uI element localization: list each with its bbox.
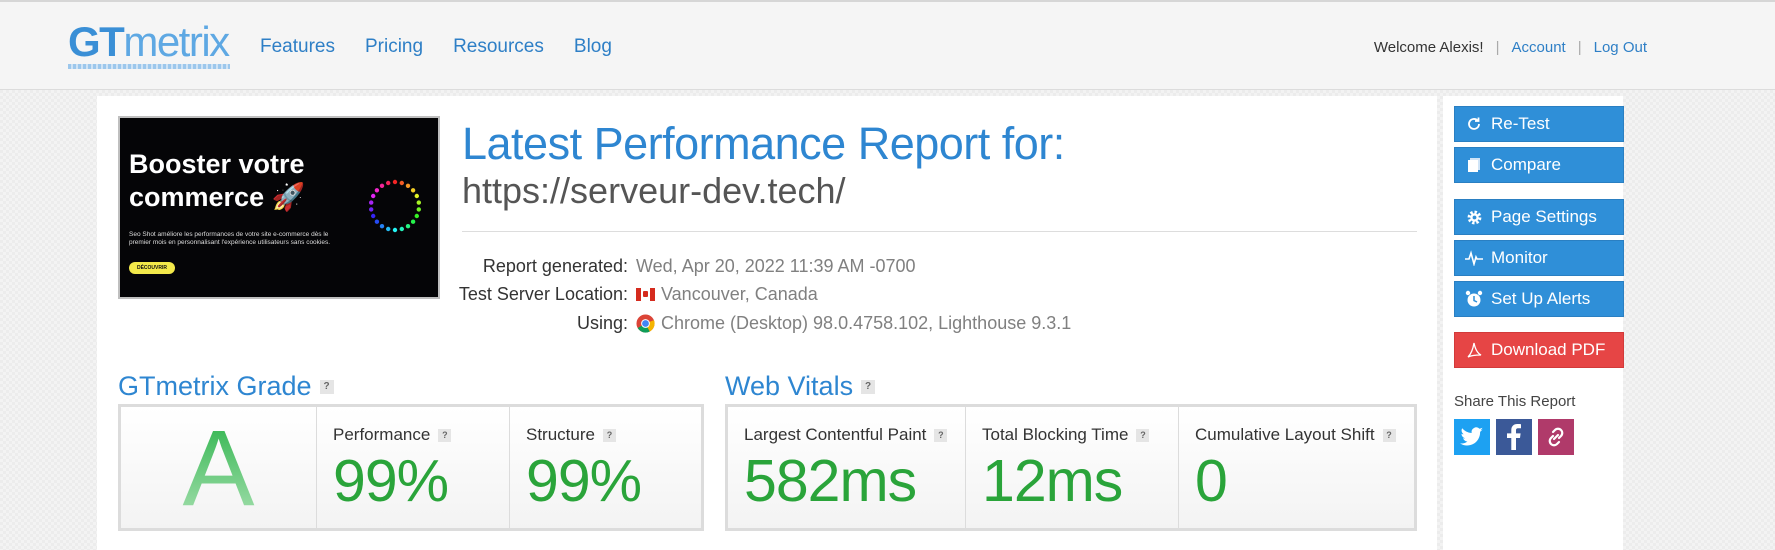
share-link-button[interactable] bbox=[1538, 419, 1574, 455]
meta-row-location: Test Server Location: Vancouver, Canada bbox=[440, 281, 1071, 310]
download-pdf-button[interactable]: Download PDF bbox=[1454, 332, 1624, 368]
twitter-icon bbox=[1460, 427, 1483, 446]
welcome-text: Welcome Alexis! bbox=[1373, 39, 1484, 56]
performance-cell: Performance ? 99% bbox=[317, 407, 510, 528]
canada-flag-icon bbox=[636, 288, 655, 302]
structure-help-icon[interactable]: ? bbox=[602, 428, 616, 442]
share-label: Share This Report bbox=[1454, 393, 1576, 410]
set-up-alerts-button[interactable]: Set Up Alerts bbox=[1454, 281, 1624, 317]
tbt-cell: Total Blocking Time ? 12ms bbox=[966, 407, 1179, 528]
nav-blog[interactable]: Blog bbox=[574, 36, 612, 58]
lcp-help-icon[interactable]: ? bbox=[934, 428, 948, 442]
vitals-help-icon[interactable]: ? bbox=[861, 379, 876, 394]
vitals-section-title: Web Vitals ? bbox=[725, 371, 876, 402]
divider bbox=[462, 231, 1417, 232]
colorful-ring-graphic bbox=[369, 179, 421, 233]
report-title: Latest Performance Report for: bbox=[462, 118, 1065, 169]
separator: | bbox=[1577, 39, 1582, 56]
top-header: GTmetrix Features Pricing Resources Blog… bbox=[0, 0, 1775, 90]
retest-button[interactable]: Re-Test bbox=[1454, 106, 1624, 142]
grade-help-icon[interactable]: ? bbox=[319, 379, 334, 394]
tbt-value: 12ms bbox=[982, 448, 1123, 514]
page-screenshot-thumbnail: Booster votre commerce 🚀 Seo Shot amélio… bbox=[118, 116, 440, 299]
logout-link[interactable]: Log Out bbox=[1594, 39, 1647, 56]
pdf-icon bbox=[1465, 341, 1483, 359]
nav-pricing[interactable]: Pricing bbox=[365, 36, 423, 58]
generated-label: Report generated: bbox=[482, 255, 628, 276]
using-label: Using: bbox=[576, 312, 628, 333]
nav-resources[interactable]: Resources bbox=[453, 36, 544, 58]
performance-help-icon[interactable]: ? bbox=[438, 428, 452, 442]
pulse-icon bbox=[1465, 249, 1483, 267]
compare-icon bbox=[1465, 156, 1483, 174]
thumbnail-body: Seo Shot améliore les performances de vo… bbox=[129, 231, 331, 246]
cls-cell: Cumulative Layout Shift ? 0 bbox=[1179, 407, 1414, 528]
account-link[interactable]: Account bbox=[1512, 39, 1566, 56]
performance-label: Performance bbox=[333, 425, 431, 444]
page-settings-button[interactable]: Page Settings bbox=[1454, 199, 1624, 235]
structure-label: Structure bbox=[526, 425, 595, 444]
structure-cell: Structure ? 99% bbox=[510, 407, 701, 528]
main-nav: Features Pricing Resources Blog bbox=[260, 36, 642, 58]
gtmetrix-logo[interactable]: GTmetrix bbox=[68, 20, 230, 64]
structure-value: 99% bbox=[526, 448, 642, 514]
share-twitter-button[interactable] bbox=[1454, 419, 1490, 455]
meta-row-generated: Report generated: Wed, Apr 20, 2022 11:3… bbox=[440, 252, 1071, 281]
lcp-label: Largest Contentful Paint bbox=[744, 425, 927, 444]
grade-letter: A bbox=[121, 413, 316, 523]
grade-section-title: GTmetrix Grade ? bbox=[118, 371, 334, 402]
cls-help-icon[interactable]: ? bbox=[1382, 428, 1396, 442]
lcp-value: 582ms bbox=[744, 448, 917, 514]
facebook-icon bbox=[1507, 424, 1521, 450]
compare-button[interactable]: Compare bbox=[1454, 147, 1624, 183]
tbt-label: Total Blocking Time bbox=[982, 425, 1129, 444]
user-bar: Welcome Alexis! | Account | Log Out bbox=[1374, 39, 1647, 56]
grade-cell: A bbox=[121, 407, 317, 528]
vitals-box: Largest Contentful Paint ? 582ms Total B… bbox=[725, 404, 1417, 531]
alarm-clock-icon bbox=[1465, 290, 1483, 308]
link-icon bbox=[1548, 427, 1564, 447]
monitor-button[interactable]: Monitor bbox=[1454, 240, 1624, 276]
thumbnail-headline: Booster votre commerce 🚀 bbox=[129, 149, 306, 212]
generated-value: Wed, Apr 20, 2022 11:39 AM -0700 bbox=[636, 255, 916, 276]
thumbnail-button: DÉCOUVRIR bbox=[129, 262, 175, 274]
location-value: Vancouver, Canada bbox=[636, 284, 818, 305]
meta-row-using: Using: Chrome (Desktop) 98.0.4758.102, L… bbox=[440, 309, 1071, 338]
performance-value: 99% bbox=[333, 448, 449, 514]
logo-underline bbox=[68, 64, 230, 69]
lcp-cell: Largest Contentful Paint ? 582ms bbox=[728, 407, 966, 528]
gear-icon bbox=[1465, 208, 1483, 226]
separator: | bbox=[1495, 39, 1500, 56]
location-label: Test Server Location: bbox=[458, 284, 628, 305]
report-meta: Report generated: Wed, Apr 20, 2022 11:3… bbox=[440, 252, 1071, 338]
grade-box: A Performance ? 99% Structure ? 99% bbox=[118, 404, 704, 531]
chrome-icon bbox=[636, 314, 655, 333]
using-value: Chrome (Desktop) 98.0.4758.102, Lighthou… bbox=[636, 313, 1071, 334]
nav-features[interactable]: Features bbox=[260, 36, 335, 58]
share-facebook-button[interactable] bbox=[1496, 419, 1532, 455]
tbt-help-icon[interactable]: ? bbox=[1136, 428, 1150, 442]
cls-label: Cumulative Layout Shift bbox=[1195, 425, 1375, 444]
cls-value: 0 bbox=[1195, 448, 1228, 514]
refresh-icon bbox=[1465, 115, 1483, 133]
report-url: https://serveur-dev.tech/ bbox=[462, 170, 846, 211]
